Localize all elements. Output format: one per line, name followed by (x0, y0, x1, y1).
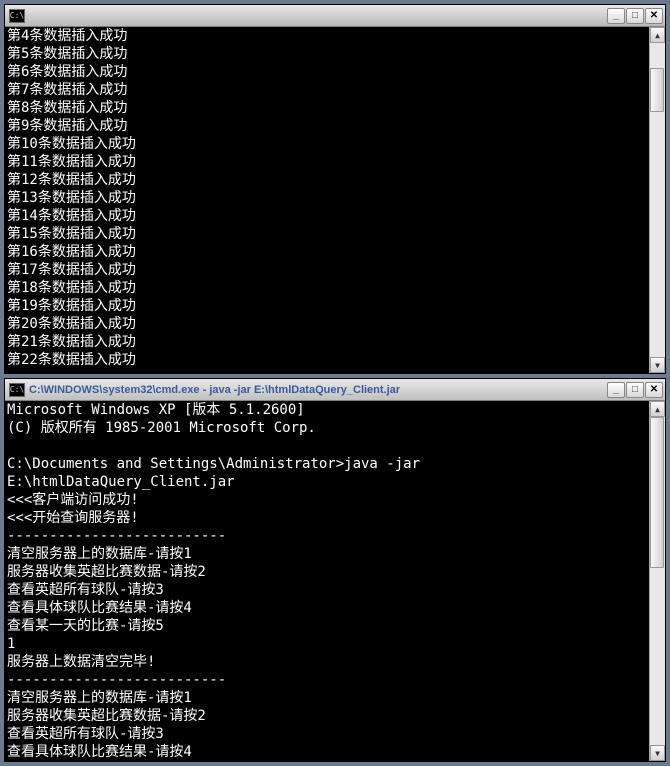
console-window-2: C:\ C:\WINDOWS\system32\cmd.exe - java -… (4, 378, 666, 762)
console-output-1[interactable]: 第4条数据插入成功 第5条数据插入成功 第6条数据插入成功 第7条数据插入成功 … (5, 27, 649, 373)
minimize-button[interactable]: _ (607, 382, 625, 398)
titlebar-1[interactable]: C:\ _ □ ✕ (5, 5, 665, 27)
scroll-thumb[interactable] (650, 68, 664, 112)
console-body-1: 第4条数据插入成功 第5条数据插入成功 第6条数据插入成功 第7条数据插入成功 … (5, 27, 665, 373)
scroll-down-button[interactable]: ▼ (650, 357, 665, 373)
console-body-2: Microsoft Windows XP [版本 5.1.2600] (C) 版… (5, 401, 665, 761)
scroll-track[interactable] (650, 417, 665, 745)
scroll-up-button[interactable]: ▲ (650, 401, 665, 417)
scroll-track[interactable] (650, 43, 665, 357)
close-button[interactable]: ✕ (645, 8, 663, 24)
scroll-up-button[interactable]: ▲ (650, 27, 665, 43)
scroll-thumb[interactable] (650, 417, 664, 568)
cmd-icon: C:\ (9, 9, 25, 23)
minimize-button[interactable]: _ (607, 8, 625, 24)
console-output-2[interactable]: Microsoft Windows XP [版本 5.1.2600] (C) 版… (5, 401, 649, 761)
cmd-icon: C:\ (9, 383, 25, 397)
maximize-button[interactable]: □ (626, 382, 644, 398)
maximize-button[interactable]: □ (626, 8, 644, 24)
scrollbar-1: ▲ ▼ (649, 27, 665, 373)
titlebar-2[interactable]: C:\ C:\WINDOWS\system32\cmd.exe - java -… (5, 379, 665, 401)
window-title: C:\WINDOWS\system32\cmd.exe - java -jar … (29, 384, 606, 396)
close-button[interactable]: ✕ (645, 382, 663, 398)
scroll-down-button[interactable]: ▼ (650, 745, 665, 761)
scrollbar-2: ▲ ▼ (649, 401, 665, 761)
console-window-1: C:\ _ □ ✕ 第4条数据插入成功 第5条数据插入成功 第6条数据插入成功 … (4, 4, 666, 374)
titlebar-buttons: _ □ ✕ (606, 382, 663, 398)
titlebar-buttons: _ □ ✕ (606, 8, 663, 24)
